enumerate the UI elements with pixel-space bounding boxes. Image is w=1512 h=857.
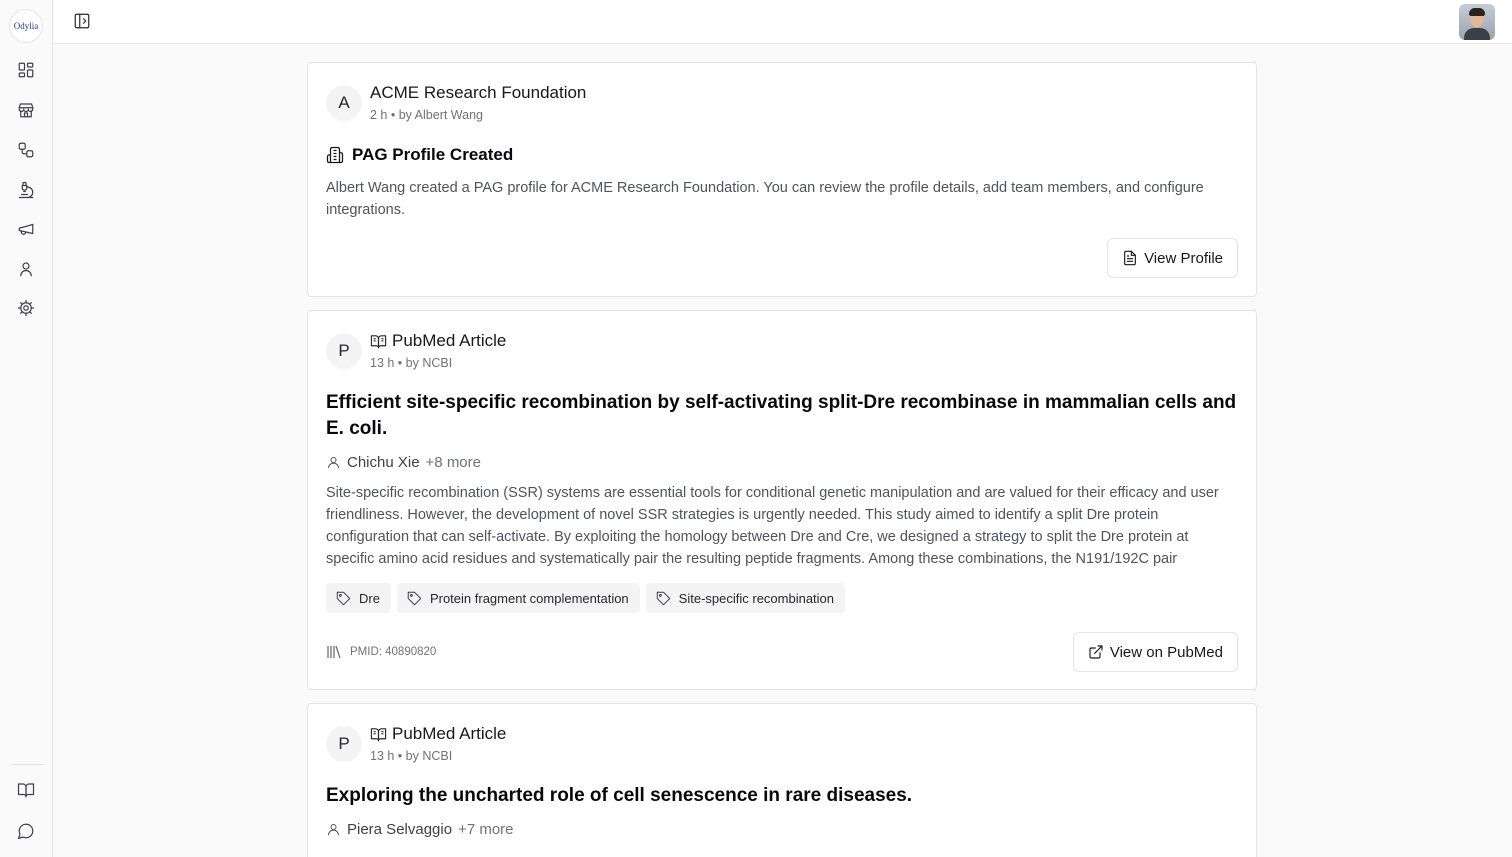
view-on-pubmed-label: View on PubMed bbox=[1109, 643, 1223, 661]
settings-icon[interactable] bbox=[16, 298, 36, 318]
card-source: PubMed Article bbox=[370, 724, 506, 744]
activity-feed: A ACME Research Foundation 2 h • by Albe… bbox=[53, 44, 1512, 857]
person-icon bbox=[326, 455, 341, 470]
top-bar bbox=[53, 0, 1512, 44]
pmid-value: PMID: 40890820 bbox=[350, 646, 437, 658]
card-source: PubMed Article bbox=[370, 331, 506, 351]
article-title[interactable]: Efficient site-specific recombination by… bbox=[326, 390, 1238, 442]
card-title: PAG Profile Created bbox=[326, 142, 1238, 168]
open-book-icon bbox=[370, 726, 387, 743]
store-icon[interactable] bbox=[16, 100, 36, 120]
author-more[interactable]: +7 more bbox=[458, 821, 513, 838]
sidebar-divider bbox=[10, 764, 43, 765]
tag-label: Site-specific recombination bbox=[678, 590, 835, 606]
feed-card-profile: A ACME Research Foundation 2 h • by Albe… bbox=[307, 62, 1257, 297]
article-abstract: Site-specific recombination (SSR) system… bbox=[326, 485, 1219, 567]
feed-card-pubmed: P PubMed Article 13 h • by NCBI Efficien… bbox=[307, 310, 1257, 690]
view-profile-label: View Profile bbox=[1144, 249, 1223, 267]
megaphone-icon[interactable] bbox=[16, 219, 36, 239]
workflow-icon[interactable] bbox=[16, 140, 36, 160]
source-avatar: A bbox=[326, 85, 362, 121]
tag-icon bbox=[407, 591, 422, 606]
card-meta: 2 h • by Albert Wang bbox=[370, 108, 484, 122]
library-icon bbox=[326, 645, 342, 659]
card-source-label: PubMed Article bbox=[392, 724, 507, 743]
person-icon bbox=[326, 822, 341, 837]
feed-card-pubmed: P PubMed Article 13 h • by NCBI Explorin… bbox=[307, 703, 1257, 857]
tag-chip[interactable]: Dre bbox=[326, 583, 391, 613]
author-more[interactable]: +8 more bbox=[426, 454, 481, 471]
pmid: PMID: 40890820 bbox=[326, 645, 436, 659]
external-link-icon bbox=[1088, 644, 1104, 660]
tag-label: Protein fragment complementation bbox=[429, 590, 629, 606]
card-source: ACME Research Foundation bbox=[370, 83, 586, 103]
card-title-text: PAG Profile Created bbox=[352, 145, 514, 164]
tag-icon bbox=[336, 591, 351, 606]
article-title[interactable]: Exploring the uncharted role of cell sen… bbox=[326, 783, 1238, 809]
user-icon[interactable] bbox=[16, 259, 36, 279]
card-source-label: PubMed Article bbox=[392, 331, 507, 350]
source-avatar: P bbox=[326, 333, 362, 369]
author-name: Chichu Xie bbox=[347, 454, 420, 471]
card-meta: 13 h • by NCBI bbox=[370, 356, 453, 370]
author-name: Piera Selvaggio bbox=[347, 821, 453, 838]
tag-label: Dre bbox=[359, 590, 380, 606]
user-avatar[interactable] bbox=[1459, 4, 1495, 40]
microscope-icon[interactable] bbox=[16, 180, 36, 200]
tag-list: Dre Protein fragment complementation Sit… bbox=[326, 583, 846, 613]
sidebar-toggle-icon[interactable] bbox=[73, 12, 91, 30]
building-icon bbox=[326, 146, 344, 164]
chat-icon[interactable] bbox=[16, 821, 36, 841]
file-text-icon bbox=[1122, 250, 1138, 266]
card-source-label: ACME Research Foundation bbox=[370, 83, 587, 102]
sidebar: Odylia bbox=[0, 0, 53, 857]
view-on-pubmed-button[interactable]: View on PubMed bbox=[1072, 632, 1238, 672]
dashboard-icon[interactable] bbox=[16, 60, 36, 80]
open-book-icon bbox=[370, 333, 387, 350]
tag-chip[interactable]: Protein fragment complementation bbox=[396, 583, 640, 613]
authors: Piera Selvaggio +7 more bbox=[326, 821, 514, 838]
card-meta: 13 h • by NCBI bbox=[370, 749, 453, 763]
app-logo[interactable]: Odylia bbox=[9, 9, 43, 43]
card-body: Albert Wang created a PAG profile for AC… bbox=[326, 180, 1204, 218]
source-avatar: P bbox=[326, 726, 362, 762]
tag-chip[interactable]: Site-specific recombination bbox=[645, 583, 846, 613]
tag-icon bbox=[656, 591, 671, 606]
authors: Chichu Xie +8 more bbox=[326, 454, 481, 471]
book-icon[interactable] bbox=[16, 780, 36, 800]
view-profile-button[interactable]: View Profile bbox=[1107, 238, 1238, 278]
